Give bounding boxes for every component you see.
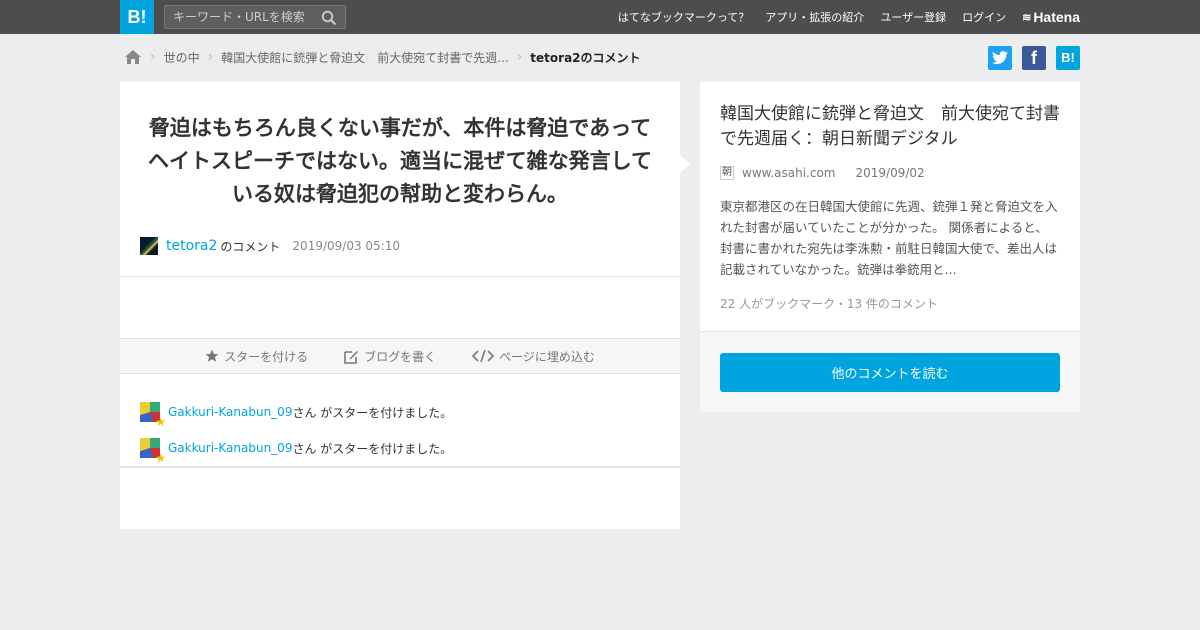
comment-card: 脅迫はもちろん良くない事だが、本件は脅迫であってヘイトスピーチではない。適当に混…	[120, 82, 680, 529]
site-favicon-icon: 朝	[720, 166, 734, 180]
comment-suffix: のコメント	[220, 239, 281, 254]
top-bar: B! はてなブックマークって？ アプリ・拡張の紹介 ユーザー登録 ログイン ≋ …	[0, 0, 1200, 34]
article-title[interactable]: 韓国大使館に銃弾と脅迫文 前大使宛て封書で先週届く：朝日新聞デジタル	[720, 102, 1065, 152]
comment-date: 2019/09/03 05:10	[292, 239, 400, 253]
article-source: 朝 www.asahi.com 2019/09/02	[720, 166, 925, 180]
speech-pointer	[680, 155, 690, 173]
chevron-right-icon: ›	[207, 49, 214, 65]
article-summary: 東京都港区の在日韓国大使館に先週、銃弾１発と脅迫文を入れた封書が届いていたことが…	[720, 199, 1058, 277]
nav-login[interactable]: ログイン	[962, 9, 1006, 25]
star-list: ★ Gakkuri-Kanabun_09 さん がスターを付けました。 ★ Ga…	[140, 394, 452, 466]
breadcrumb: › 世の中 › 韓国大使館に銃弾と脅迫文 前大使宛て封書で先週... › tet…	[124, 46, 641, 68]
top-nav: はてなブックマークって？ アプリ・拡張の紹介 ユーザー登録 ログイン ≋ Hat…	[602, 0, 1080, 34]
home-icon[interactable]	[124, 48, 142, 66]
edit-icon	[344, 350, 359, 364]
chevron-right-icon: ›	[150, 49, 156, 65]
facebook-share-button[interactable]: f	[1022, 46, 1046, 70]
read-more-comments-button[interactable]: 他のコメントを読む	[720, 353, 1060, 392]
hatena-brand[interactable]: ≋ Hatena	[1022, 9, 1080, 25]
star-text: さん がスターを付けました。	[292, 441, 453, 456]
search-input[interactable]	[165, 6, 315, 28]
divider	[120, 276, 680, 277]
code-icon	[472, 349, 495, 363]
write-blog-button[interactable]: ブログを書く	[344, 348, 436, 365]
action-bar: スターを付ける ブログを書く ページに埋め込む	[120, 338, 680, 374]
breadcrumb-entry[interactable]: 韓国大使館に銃弾と脅迫文 前大使宛て封書で先週...	[221, 49, 508, 66]
breadcrumb-current: tetora2のコメント	[530, 50, 641, 65]
twitter-icon	[992, 51, 1008, 65]
hatena-bookmark-icon: B!	[1061, 50, 1075, 65]
add-star-label: スターを付ける	[224, 349, 309, 364]
hatena-bookmark-logo[interactable]: B!	[120, 0, 154, 34]
nav-apps[interactable]: アプリ・拡張の紹介	[765, 9, 864, 25]
hatena-icon: ≋	[1022, 11, 1031, 24]
star-user-link[interactable]: Gakkuri-Kanabun_09	[168, 405, 292, 419]
hatena-share-button[interactable]: B!	[1056, 46, 1080, 70]
comment-meta: tetora2 のコメント 2019/09/03 05:10	[140, 237, 400, 255]
twitter-share-button[interactable]	[988, 46, 1012, 70]
avatar[interactable]: ★	[140, 402, 166, 428]
nav-about[interactable]: はてなブックマークって？	[618, 9, 749, 25]
search-icon[interactable]	[321, 10, 337, 26]
divider	[120, 466, 680, 468]
nav-register[interactable]: ユーザー登録	[880, 9, 946, 25]
avatar[interactable]	[140, 237, 158, 255]
comment-text: 脅迫はもちろん良くない事だが、本件は脅迫であってヘイトスピーチではない。適当に混…	[148, 116, 652, 206]
chevron-right-icon: ›	[516, 49, 523, 65]
add-star-button[interactable]: スターを付ける	[205, 348, 308, 365]
bookmark-counts[interactable]: 22 人がブックマーク・13 件のコメント	[720, 295, 938, 312]
list-item: ★ Gakkuri-Kanabun_09 さん がスターを付けました。	[140, 430, 452, 466]
search-box[interactable]	[164, 5, 346, 29]
star-icon	[205, 349, 219, 362]
article-info: 韓国大使館に銃弾と脅迫文 前大使宛て封書で先週届く：朝日新聞デジタル 朝 www…	[700, 82, 1080, 332]
article-date: 2019/09/02	[855, 166, 925, 180]
embed-page-label: ページに埋め込む	[499, 349, 595, 364]
embed-page-button[interactable]: ページに埋め込む	[472, 348, 595, 365]
star-user-link[interactable]: Gakkuri-Kanabun_09	[168, 441, 292, 455]
article-domain-link[interactable]: www.asahi.com	[742, 166, 836, 180]
star-icon: ★	[155, 451, 166, 465]
breadcrumb-category[interactable]: 世の中	[164, 49, 200, 66]
star-text: さん がスターを付けました。	[292, 405, 453, 420]
write-blog-label: ブログを書く	[364, 349, 437, 364]
facebook-icon: f	[1031, 48, 1037, 68]
star-icon: ★	[155, 415, 166, 429]
comment-user-link[interactable]: tetora2	[166, 238, 217, 254]
hatena-brand-label: Hatena	[1033, 9, 1080, 25]
article-card: 韓国大使館に銃弾と脅迫文 前大使宛て封書で先週届く：朝日新聞デジタル 朝 www…	[700, 82, 1080, 412]
list-item: ★ Gakkuri-Kanabun_09 さん がスターを付けました。	[140, 394, 452, 430]
avatar[interactable]: ★	[140, 438, 166, 464]
